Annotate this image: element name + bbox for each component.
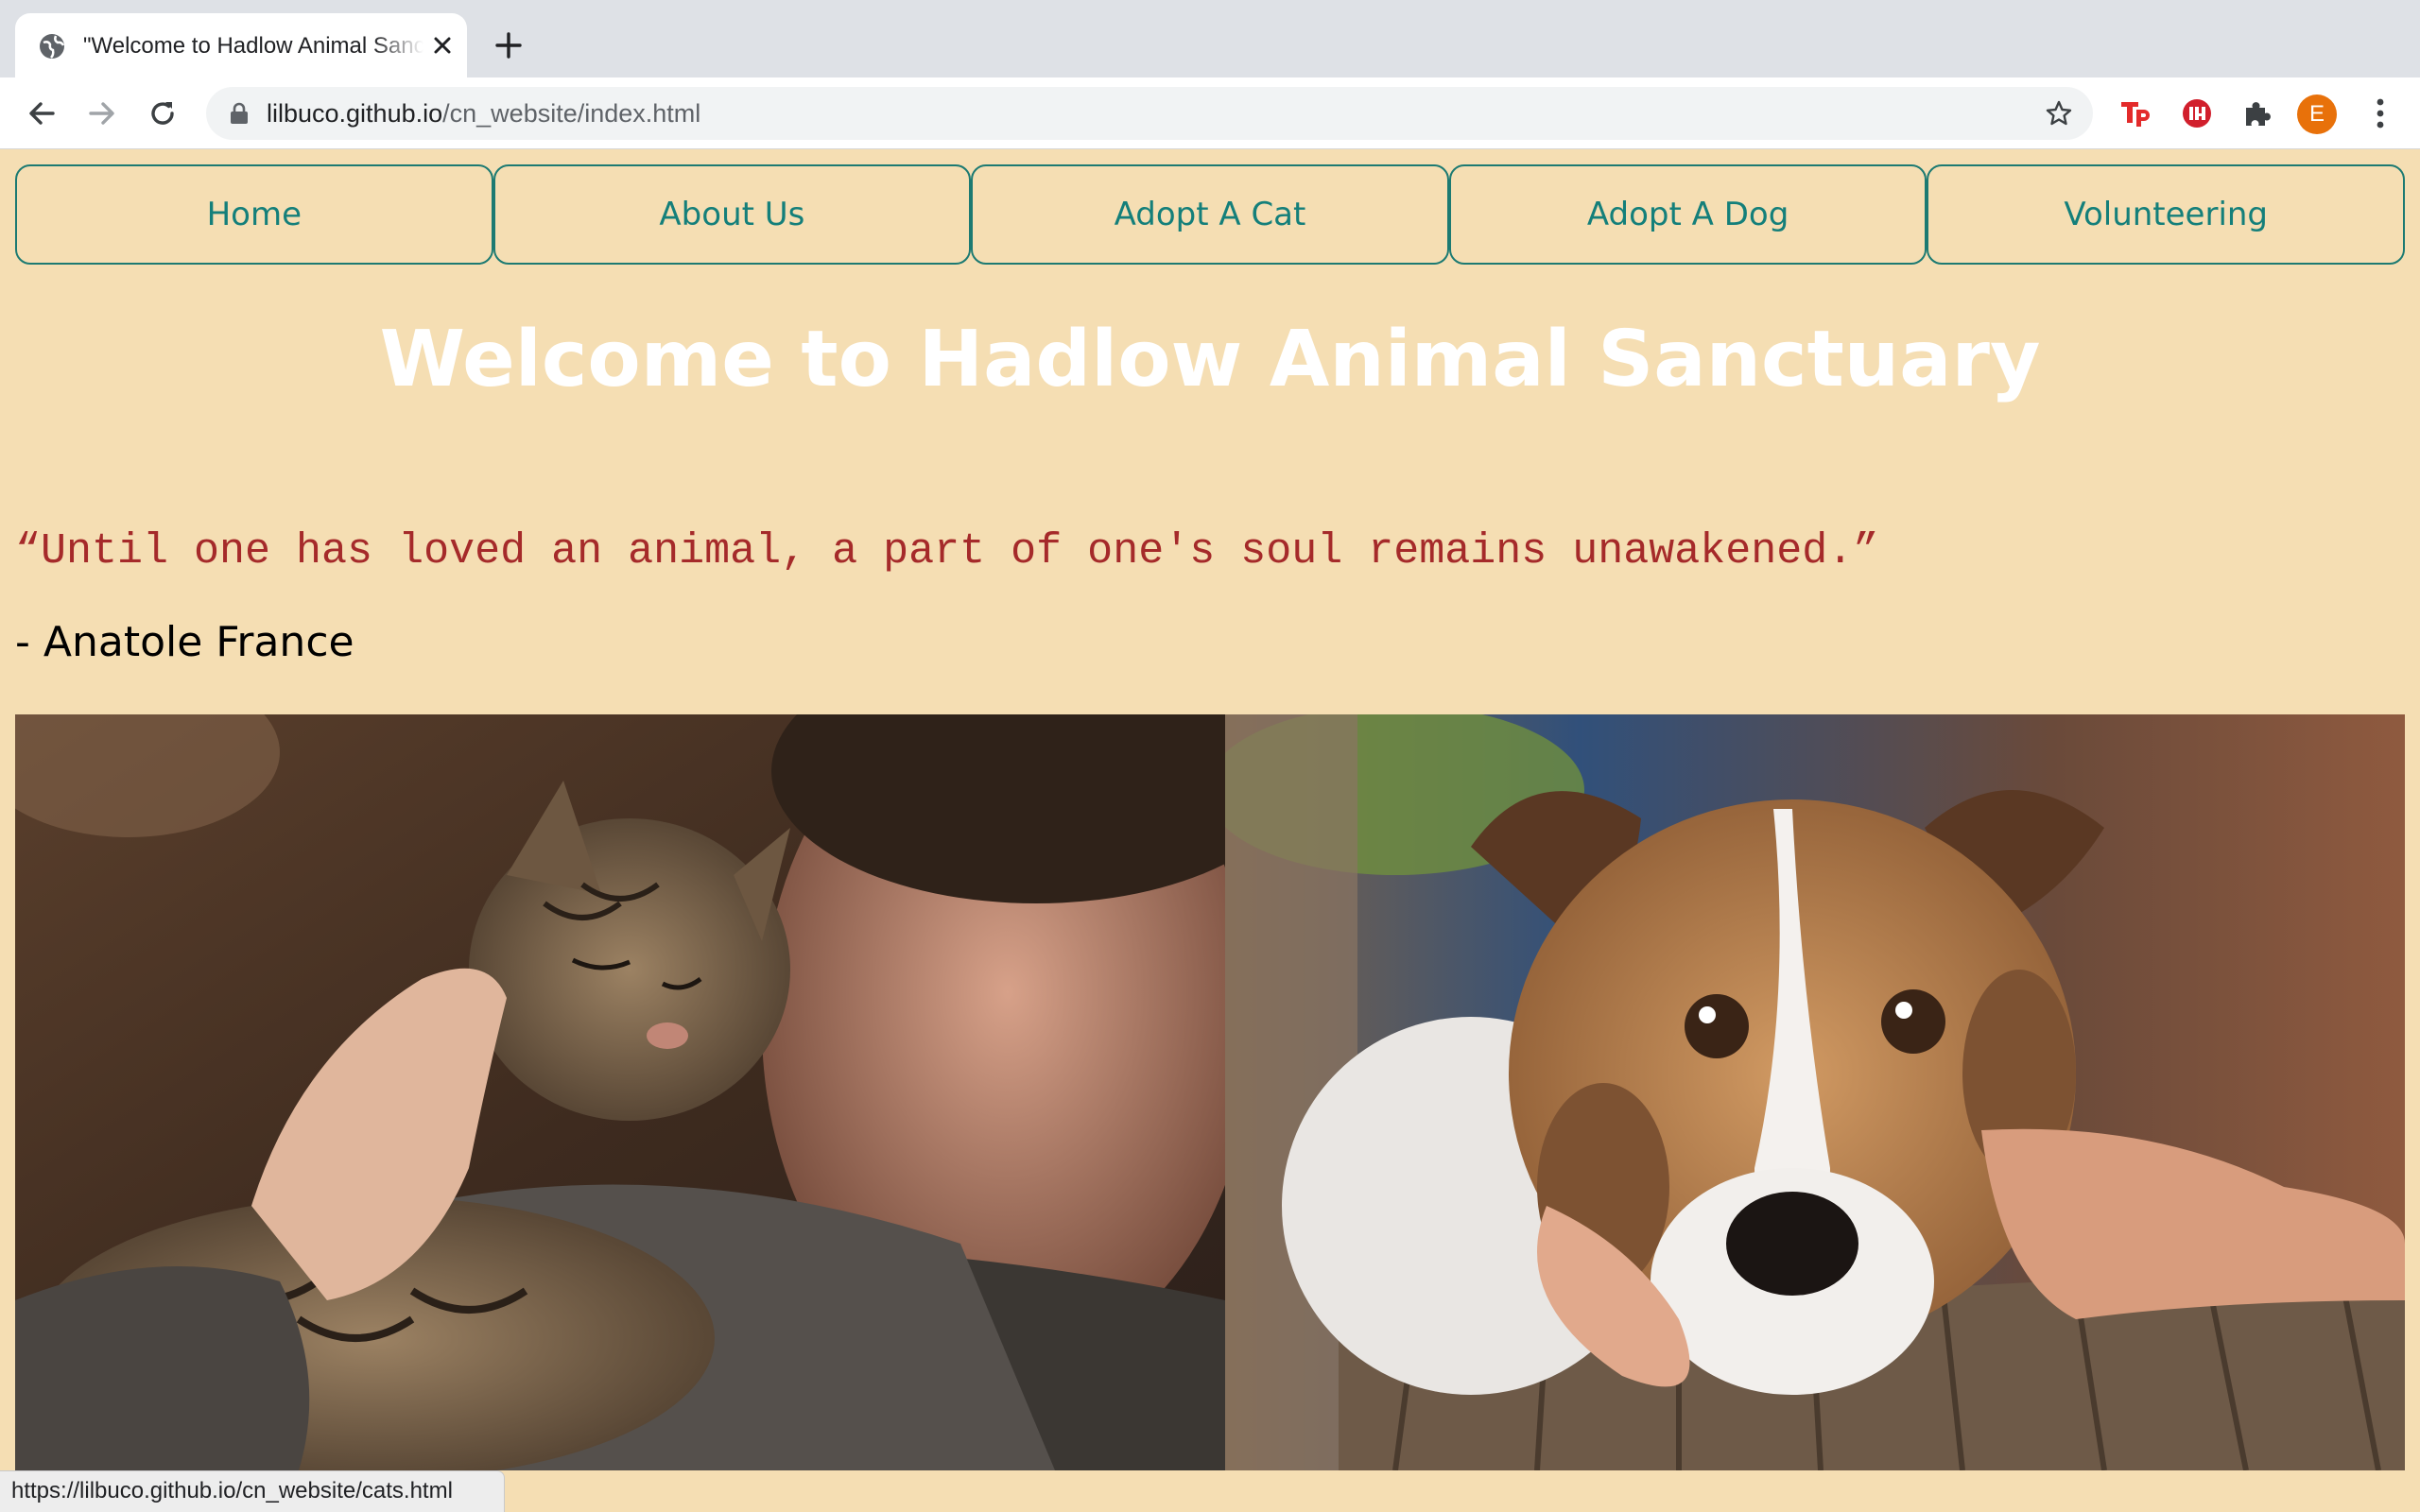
nav-about-us[interactable]: About Us <box>493 164 972 265</box>
url-host: lilbuco.github.io <box>267 99 443 128</box>
page-content: Home About Us Adopt A Cat Adopt A Dog Vo… <box>0 149 2420 1512</box>
globe-icon <box>40 34 65 59</box>
nav-adopt-a-cat[interactable]: Adopt A Cat <box>971 164 1449 265</box>
browser-toolbar: lilbuco.github.io/cn_website/index.html … <box>0 77 2420 149</box>
lock-icon[interactable] <box>229 102 250 125</box>
url-path: /cn_website/index.html <box>442 99 701 128</box>
status-bar-link: https://lilbuco.github.io/cn_website/cat… <box>0 1470 505 1512</box>
profile-avatar[interactable]: E <box>2297 94 2337 134</box>
quote-text: “Until one has loved an animal, a part o… <box>15 527 1879 576</box>
extensions-puzzle-icon[interactable] <box>2238 94 2276 132</box>
new-tab-plus-icon[interactable] <box>492 28 526 62</box>
url-text: lilbuco.github.io/cn_website/index.html <box>267 98 700 129</box>
reload-icon[interactable] <box>146 96 180 130</box>
quote-author: - Anatole France <box>15 618 354 666</box>
cat-photo <box>15 714 1225 1470</box>
bookmark-star-icon[interactable] <box>2044 98 2074 129</box>
tp-extension-icon[interactable] <box>2118 94 2155 132</box>
forward-arrow-icon[interactable] <box>85 96 119 130</box>
nav-home[interactable]: Home <box>15 164 493 265</box>
close-tab-icon[interactable] <box>427 30 458 60</box>
nav-volunteering[interactable]: Volunteering <box>1927 164 2405 265</box>
address-bar[interactable]: lilbuco.github.io/cn_website/index.html <box>206 87 2093 140</box>
red-extension-icon[interactable] <box>2178 94 2216 132</box>
browser-tab-strip: "Welcome to Hadlow Animal Sanctuary" <box>0 0 2420 77</box>
tab-title: "Welcome to Hadlow Animal Sanctuary" <box>83 33 424 59</box>
more-menu-icon[interactable] <box>2363 94 2397 132</box>
back-arrow-icon[interactable] <box>25 96 59 130</box>
browser-tab[interactable]: "Welcome to Hadlow Animal Sanctuary" <box>15 13 467 77</box>
nav-adopt-a-dog[interactable]: Adopt A Dog <box>1448 164 1927 265</box>
page-title: Welcome to Hadlow Animal Sanctuary <box>379 315 2041 404</box>
main-nav: Home About Us Adopt A Cat Adopt A Dog Vo… <box>15 164 2405 265</box>
dog-photo <box>1225 714 2405 1470</box>
